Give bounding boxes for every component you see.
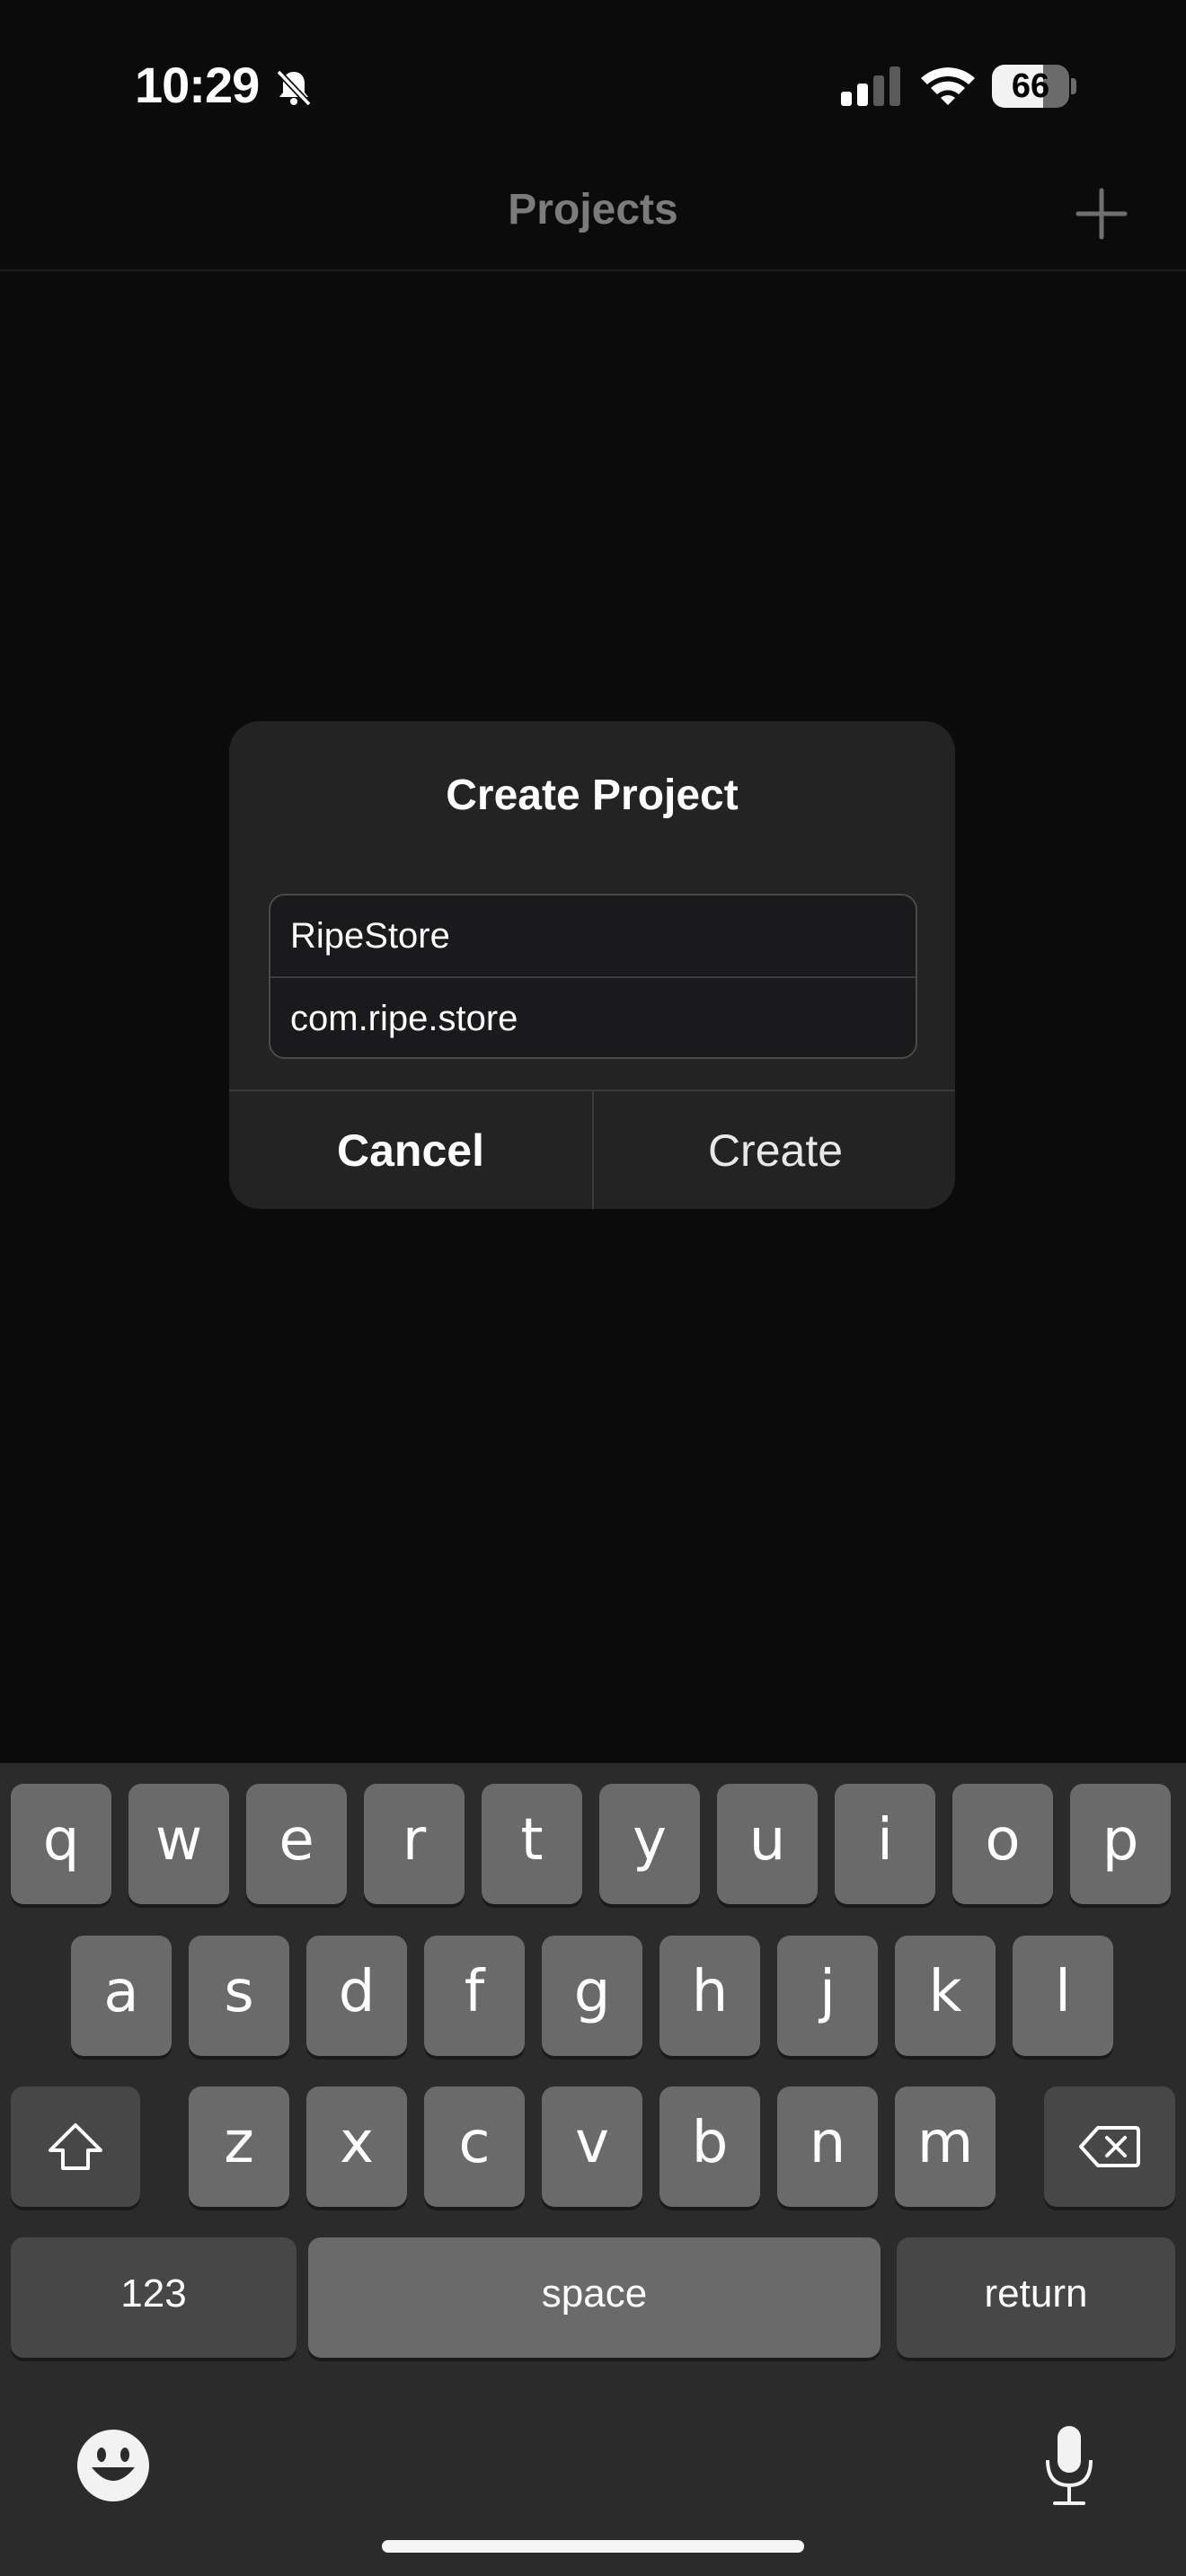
- battery-icon: 66: [992, 65, 1078, 110]
- cellular-signal-icon: [841, 66, 902, 106]
- text-fields-group: RipeStore com.ripe.store: [269, 894, 917, 1059]
- key-i[interactable]: i: [835, 1784, 935, 1904]
- dialog-title: Create Project: [446, 772, 739, 819]
- plus-icon: [1075, 188, 1128, 240]
- key-u[interactable]: u: [717, 1784, 818, 1904]
- key-p[interactable]: p: [1070, 1784, 1171, 1904]
- project-name-field[interactable]: RipeStore: [270, 895, 916, 976]
- key-z[interactable]: z: [189, 2086, 289, 2207]
- key-a[interactable]: a: [71, 1936, 172, 2056]
- key-f[interactable]: f: [424, 1936, 525, 2056]
- key-g[interactable]: g: [542, 1936, 642, 2056]
- delete-icon: [1079, 2126, 1140, 2167]
- create-project-dialog: Create Project RipeStore com.ripe.store …: [229, 721, 955, 1209]
- bundle-id-field[interactable]: com.ripe.store: [270, 976, 916, 1057]
- numbers-key[interactable]: 123: [11, 2237, 296, 2358]
- key-m[interactable]: m: [895, 2086, 996, 2207]
- key-v[interactable]: v: [542, 2086, 642, 2207]
- key-r[interactable]: r: [364, 1784, 465, 1904]
- emoji-icon: [77, 2430, 149, 2501]
- key-k[interactable]: k: [895, 1936, 996, 2056]
- key-n[interactable]: n: [777, 2086, 878, 2207]
- key-l[interactable]: l: [1013, 1936, 1113, 2056]
- keyboard: q w e r t y u i o p a s d f g h j k l z …: [0, 1763, 1186, 2576]
- dictation-button[interactable]: [1042, 2424, 1096, 2507]
- home-indicator[interactable]: [382, 2540, 804, 2553]
- key-e[interactable]: e: [246, 1784, 347, 1904]
- key-o[interactable]: o: [952, 1784, 1053, 1904]
- return-key[interactable]: return: [897, 2237, 1175, 2358]
- key-w[interactable]: w: [128, 1784, 229, 1904]
- key-y[interactable]: y: [599, 1784, 700, 1904]
- key-q[interactable]: q: [11, 1784, 111, 1904]
- delete-key[interactable]: [1044, 2086, 1175, 2207]
- add-project-button[interactable]: [1071, 183, 1132, 244]
- dialog-actions: Cancel Create: [229, 1090, 955, 1209]
- page-title: Projects: [508, 186, 678, 234]
- shift-icon: [49, 2123, 102, 2170]
- shift-key[interactable]: [11, 2086, 140, 2207]
- microphone-icon: [1046, 2426, 1093, 2505]
- status-time: 10:29: [135, 57, 260, 113]
- key-x[interactable]: x: [306, 2086, 407, 2207]
- cancel-button[interactable]: Cancel: [229, 1091, 592, 1209]
- key-j[interactable]: j: [777, 1936, 878, 2056]
- battery-level: 66: [1011, 67, 1050, 105]
- key-s[interactable]: s: [189, 1936, 289, 2056]
- key-t[interactable]: t: [482, 1784, 582, 1904]
- key-b[interactable]: b: [659, 2086, 760, 2207]
- space-key[interactable]: space: [308, 2237, 881, 2358]
- key-d[interactable]: d: [306, 1936, 407, 2056]
- emoji-button[interactable]: [75, 2428, 151, 2503]
- status-bar: 10:29 66: [0, 0, 1186, 171]
- wifi-icon: [918, 63, 978, 108]
- key-c[interactable]: c: [424, 2086, 525, 2207]
- key-h[interactable]: h: [659, 1936, 760, 2056]
- create-button[interactable]: Create: [592, 1091, 955, 1209]
- bell-slash-icon: [271, 65, 316, 110]
- navigation-bar: Projects: [0, 171, 1186, 271]
